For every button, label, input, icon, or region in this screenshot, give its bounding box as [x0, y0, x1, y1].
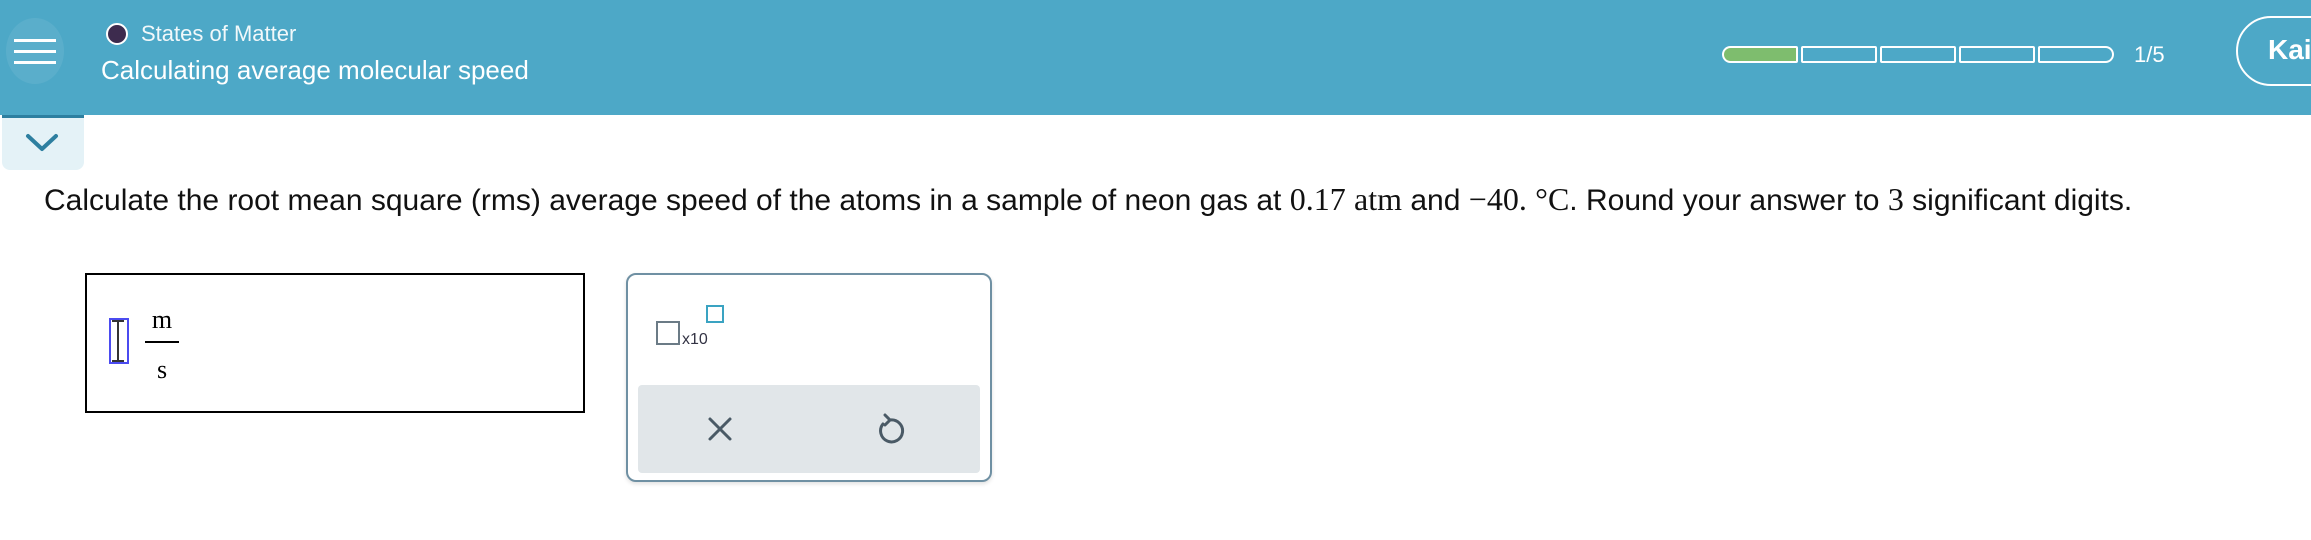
sig-digits: 3: [1887, 181, 1904, 217]
topic-label: States of Matter: [141, 21, 297, 46]
undo-button[interactable]: [868, 407, 912, 451]
pressure-value: 0.17: [1289, 181, 1346, 217]
question-part: and: [1402, 184, 1469, 217]
topic-dot-icon: [106, 23, 128, 45]
cursor-cap: [112, 320, 124, 322]
question-part: Calculate the root mean square (rms) ave…: [44, 184, 1290, 217]
page-title: Calculating average molecular speed: [101, 55, 529, 85]
question-part: . Round your answer to: [1569, 184, 1888, 217]
hamburger-menu-icon: [14, 39, 56, 42]
user-button-label: Kai: [2268, 34, 2311, 65]
progress-segment: [1801, 46, 1877, 63]
scientific-notation-button[interactable]: x10: [656, 305, 736, 355]
palette-actions: [638, 385, 980, 473]
x10-label: x10: [682, 331, 708, 348]
progress-segment: [1880, 46, 1956, 63]
answer-input[interactable]: m s: [85, 273, 585, 413]
text-cursor-icon: [117, 320, 119, 362]
unit-fraction: m s: [145, 305, 179, 385]
temperature-unit: °C: [1535, 181, 1570, 217]
undo-icon: [879, 413, 905, 444]
header-bar: States of Matter Calculating average mol…: [0, 0, 2311, 115]
close-icon: [708, 417, 732, 441]
progress-count: 1/5: [2134, 42, 2165, 67]
user-button[interactable]: Kai: [2236, 16, 2311, 86]
question-text: Calculate the root mean square (rms) ave…: [44, 181, 2132, 218]
progress-bar: [1722, 46, 2117, 63]
chevron-down-icon: [26, 134, 58, 151]
exponent-box-icon: [706, 305, 724, 323]
pressure-unit: atm: [1354, 181, 1403, 217]
topic-row: States of Matter: [106, 20, 296, 48]
hamburger-bar: [14, 61, 56, 64]
clear-button[interactable]: [698, 407, 742, 451]
unit-denominator: s: [156, 355, 168, 384]
slot-frame: [109, 318, 129, 364]
unit-numerator: m: [151, 305, 173, 334]
progress-segment: [1959, 46, 2035, 63]
cursor-cap: [112, 360, 124, 362]
collapse-tab[interactable]: [2, 115, 84, 170]
base-box-icon: [656, 321, 680, 345]
question-part: significant digits.: [1903, 184, 2133, 217]
temperature-value: −40.: [1468, 181, 1527, 217]
hamburger-bar: [14, 50, 56, 53]
math-palette: x10: [626, 273, 992, 482]
progress-segment: [1722, 46, 1798, 63]
menu-button[interactable]: [6, 18, 64, 84]
progress-segment: [2038, 46, 2114, 63]
fraction-bar: [145, 341, 179, 343]
answer-cursor-slot[interactable]: [109, 318, 129, 364]
